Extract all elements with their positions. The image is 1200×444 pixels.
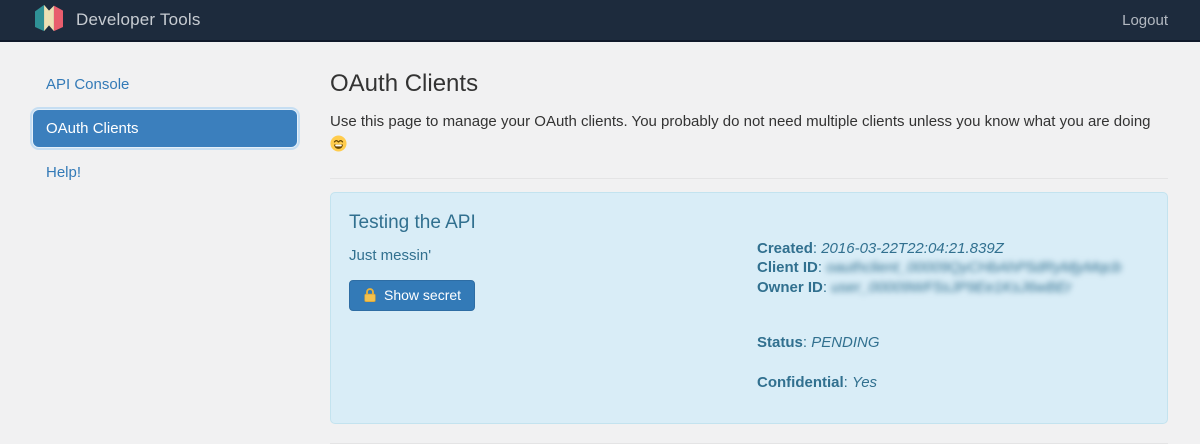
monzo-m-logo-icon: [34, 4, 64, 37]
sidebar: API Console OAuth Clients Help!: [30, 68, 300, 189]
separator: :: [803, 334, 811, 351]
page-title: OAuth Clients: [330, 70, 1168, 98]
status-row: Status: PENDING: [757, 333, 1149, 353]
owner-id-value-redacted: user_00009WF5sJP9Ee1KsJ6wBEr: [831, 279, 1071, 296]
page-description-text: Use this page to manage your OAuth clien…: [330, 113, 1151, 130]
separator: :: [813, 240, 821, 257]
created-row: Created: 2016-03-22T22:04:21.839Z: [757, 239, 1149, 259]
sidebar-active-ring: OAuth Clients: [30, 107, 300, 150]
owner-id-row: Owner ID: user_00009WF5sJP9Ee1KsJ6wBEr: [757, 278, 1149, 298]
logout-link[interactable]: Logout: [1122, 12, 1168, 29]
owner-id-label: Owner ID: [757, 279, 823, 296]
separator: :: [844, 374, 852, 391]
sidebar-item-api-console[interactable]: API Console: [30, 68, 300, 101]
client-id-label: Client ID: [757, 259, 818, 276]
confidential-value: Yes: [852, 374, 877, 391]
client-id-value-redacted: oauthclient_00009QyCHbAhP5dRyMjyMqcb: [826, 259, 1121, 276]
main-content: OAuth Clients Use this page to manage yo…: [330, 68, 1168, 444]
page-description: Use this page to manage your OAuth clien…: [330, 112, 1168, 159]
confidential-row: Confidential: Yes: [757, 373, 1149, 393]
client-id-row: Client ID: oauthclient_00009QyCHbAhP5dRy…: [757, 258, 1149, 278]
grinning-face-emoji-icon: [330, 139, 347, 156]
sidebar-item-oauth-clients[interactable]: OAuth Clients: [33, 110, 297, 147]
show-secret-button-label: Show secret: [384, 287, 461, 303]
status-label: Status: [757, 334, 803, 351]
created-label: Created: [757, 240, 813, 257]
separator: :: [818, 259, 826, 276]
created-value: 2016-03-22T22:04:21.839Z: [821, 240, 1004, 257]
confidential-label: Confidential: [757, 374, 844, 391]
brand-title: Developer Tools: [76, 10, 201, 30]
navbar: Developer Tools Logout: [0, 0, 1200, 42]
client-subtitle: Just messin': [349, 247, 741, 264]
status-value: PENDING: [811, 334, 879, 351]
lock-icon: [363, 287, 377, 303]
client-panel-left: Testing the API Just messin' Show secret: [349, 209, 741, 407]
divider-bottom: [330, 443, 1168, 444]
page-layout: API Console OAuth Clients Help! OAuth Cl…: [0, 42, 1200, 444]
oauth-client-panel: Testing the API Just messin' Show secret…: [330, 192, 1168, 424]
show-secret-button[interactable]: Show secret: [349, 280, 475, 311]
sidebar-item-help[interactable]: Help!: [30, 156, 300, 189]
separator: :: [823, 279, 831, 296]
client-name: Testing the API: [349, 212, 741, 234]
client-panel-details: Created: 2016-03-22T22:04:21.839Z Client…: [741, 209, 1149, 407]
divider-top: [330, 178, 1168, 179]
brand-link[interactable]: Developer Tools: [34, 4, 201, 37]
